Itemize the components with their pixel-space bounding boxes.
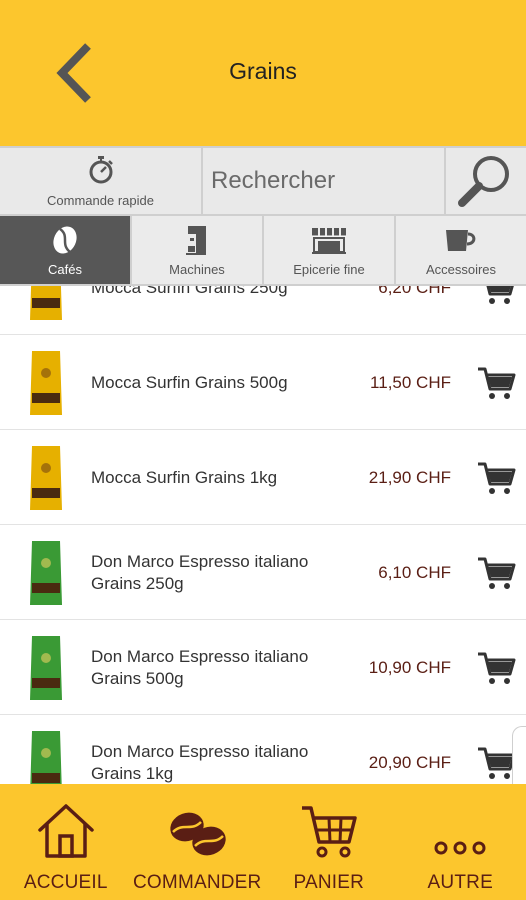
add-to-cart-icon[interactable]	[476, 460, 516, 496]
nav-panier-label: PANIER	[293, 872, 365, 893]
product-image	[30, 351, 62, 415]
package-shape	[30, 636, 62, 700]
tab-epicerie-fine[interactable]: Epicerie fine	[264, 216, 396, 284]
side-drawer-handle[interactable]	[512, 726, 526, 784]
search-input[interactable]	[211, 167, 444, 195]
product-price: 20,90 CHF	[368, 752, 451, 772]
search-field[interactable]	[203, 148, 446, 214]
search-button[interactable]	[446, 148, 526, 214]
coffee-bean-icon	[53, 225, 77, 254]
tab-epicerie-fine-label: Epicerie fine	[293, 261, 365, 277]
quick-order-button[interactable]: Commande rapide	[0, 148, 203, 214]
nav-commander[interactable]: COMMANDER	[132, 784, 264, 900]
product-row[interactable]: Mocca Surfin Grains 1kg 21,90 CHF	[0, 430, 526, 525]
tab-cafes-label: Cafés	[48, 261, 82, 277]
product-row[interactable]: Don Marco Espresso italiano Grains 1kg 2…	[0, 715, 526, 784]
add-to-cart-icon[interactable]	[476, 745, 516, 781]
nav-commander-label: COMMANDER	[133, 872, 262, 893]
product-price: 6,10 CHF	[378, 562, 451, 582]
tab-accessoires[interactable]: Accessoires	[396, 216, 526, 284]
product-price: 6,20 CHF	[378, 286, 451, 297]
shop-icon	[312, 227, 346, 254]
toolbar: Commande rapide	[0, 146, 526, 216]
tab-machines-label: Machines	[169, 261, 225, 277]
home-icon	[38, 804, 94, 858]
product-row[interactable]: Don Marco Espresso italiano Grains 500g …	[0, 620, 526, 715]
product-row[interactable]: Mocca Surfin Grains 250g 6,20 CHF	[0, 286, 526, 335]
app-header: Grains	[0, 0, 526, 146]
package-shape	[30, 541, 62, 605]
product-price: 11,50 CHF	[370, 372, 451, 392]
nav-accueil[interactable]: ACCUEIL	[0, 784, 132, 900]
product-price: 10,90 CHF	[368, 657, 451, 677]
bottom-nav: ACCUEIL COMMANDER PANIER AUTRE	[0, 784, 526, 900]
more-icon	[434, 841, 486, 855]
page-title: Grains	[229, 58, 297, 84]
nav-autre[interactable]: AUTRE	[395, 784, 526, 900]
tab-machines[interactable]: Machines	[132, 216, 264, 284]
add-to-cart-icon[interactable]	[476, 286, 516, 306]
add-to-cart-icon[interactable]	[476, 650, 516, 686]
product-price: 21,90 CHF	[368, 467, 451, 487]
product-image	[30, 286, 62, 320]
product-name: Mocca Surfin Grains 500g	[91, 372, 288, 392]
category-tabs: Cafés Machines Epicerie fine Accessoires	[0, 216, 526, 286]
add-to-cart-icon[interactable]	[476, 365, 516, 401]
product-image	[30, 541, 62, 605]
coffee-beans-icon	[170, 812, 226, 856]
add-to-cart-icon[interactable]	[476, 555, 516, 591]
product-image	[30, 446, 62, 510]
package-shape	[30, 446, 62, 510]
product-name: Mocca Surfin Grains 250g	[91, 286, 288, 297]
product-name: Mocca Surfin Grains 1kg	[91, 467, 278, 487]
cup-icon	[446, 229, 476, 251]
tab-accessoires-label: Accessoires	[425, 261, 497, 277]
product-image	[30, 731, 62, 784]
product-name: Don Marco Espresso italiano Grains 500g	[91, 646, 309, 688]
search-icon	[458, 156, 509, 207]
product-name: Don Marco Espresso italiano Grains 250g	[91, 551, 309, 593]
quick-order-label: Commande rapide	[47, 192, 154, 208]
stopwatch-icon	[89, 155, 113, 183]
product-list[interactable]: Mocca Surfin Grains 250g 6,20 CHF Mocca …	[0, 286, 526, 784]
product-row[interactable]: Mocca Surfin Grains 500g 11,50 CHF	[0, 335, 526, 430]
nav-autre-label: AUTRE	[427, 872, 493, 893]
product-row[interactable]: Don Marco Espresso italiano Grains 250g …	[0, 525, 526, 620]
nav-panier[interactable]: PANIER	[263, 784, 395, 900]
tab-cafes[interactable]: Cafés	[0, 216, 132, 284]
cart-icon	[301, 806, 357, 858]
nav-accueil-label: ACCUEIL	[23, 872, 108, 893]
package-shape	[30, 351, 62, 415]
espresso-machine-icon	[186, 225, 206, 255]
product-name: Don Marco Espresso italiano Grains 1kg	[91, 741, 309, 783]
product-image	[30, 636, 62, 700]
